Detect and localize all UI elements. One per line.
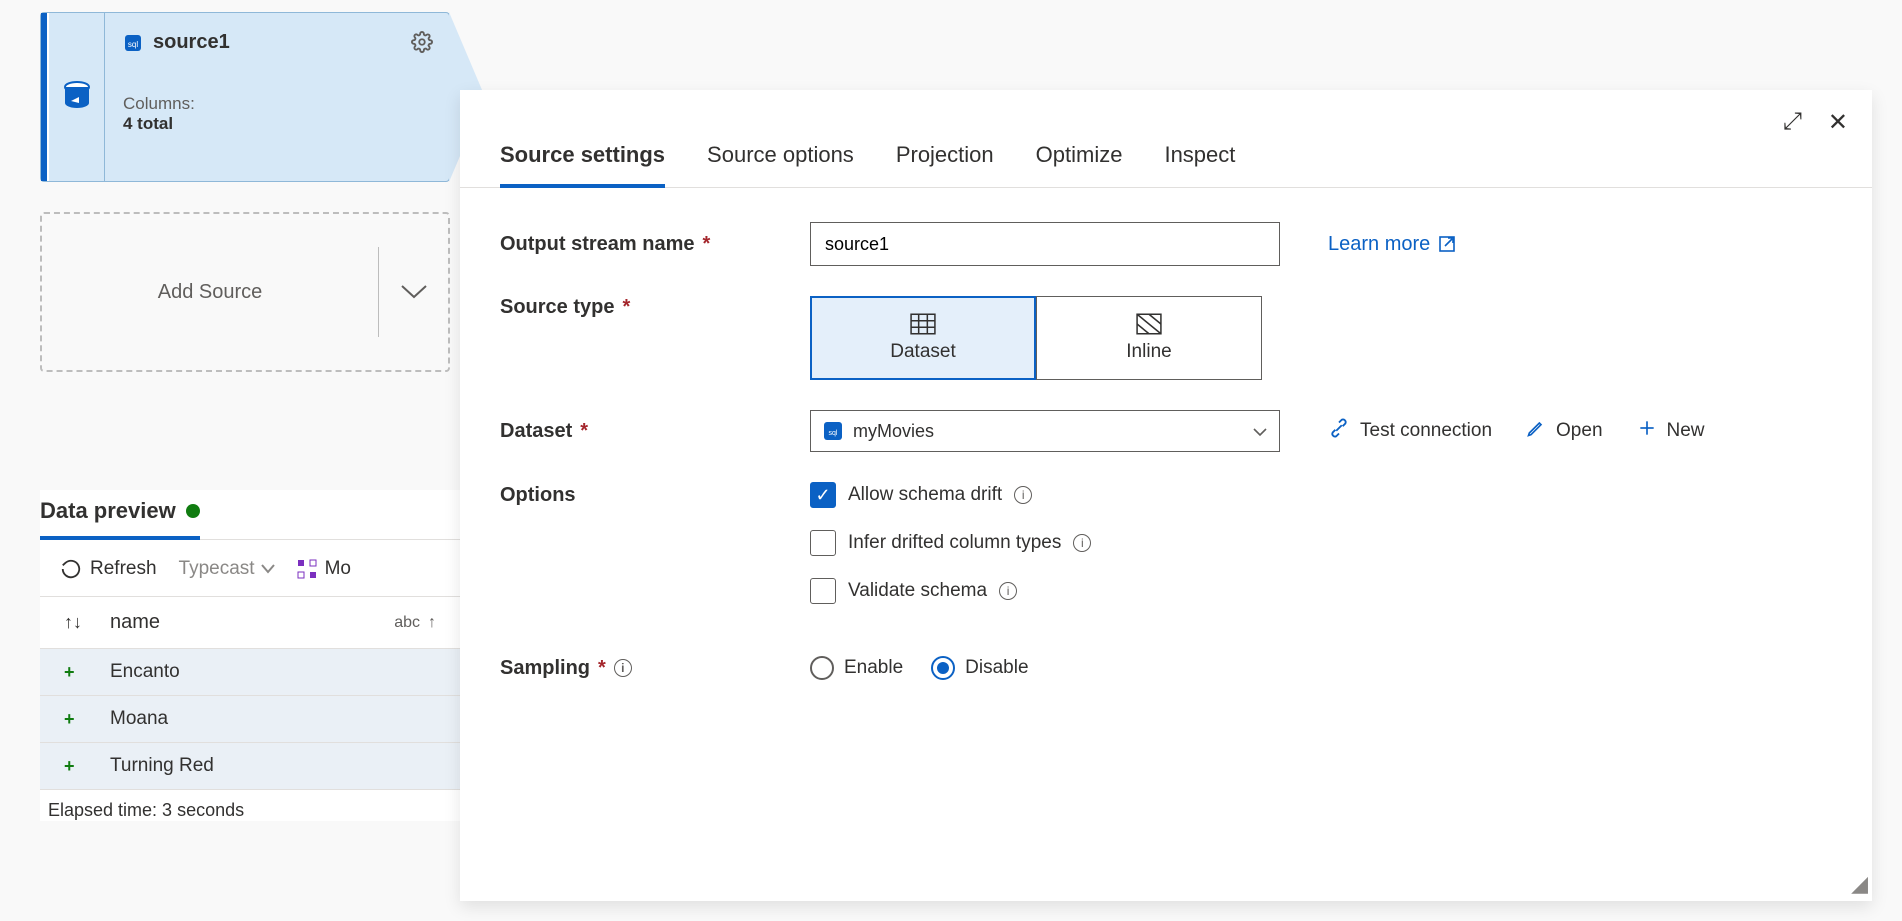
node-type-icon-column: [49, 13, 105, 181]
sampling-label: Sampling: [500, 657, 590, 680]
panel-tabs: Source settings Source options Projection O…: [460, 90, 1872, 188]
plus-icon: [1637, 418, 1657, 444]
output-stream-input[interactable]: [810, 222, 1280, 266]
column-name-header[interactable]: name: [110, 611, 160, 634]
test-connection-label: Test connection: [1360, 420, 1492, 442]
status-dot-icon: [186, 504, 200, 518]
sort-up-icon[interactable]: ↑: [428, 614, 436, 632]
elapsed-time: Elapsed time: 3 seconds: [40, 790, 460, 821]
info-icon[interactable]: i: [1073, 534, 1091, 552]
info-icon[interactable]: i: [999, 582, 1017, 600]
modify-button[interactable]: Mo: [297, 558, 351, 580]
validate-schema-checkbox[interactable]: [810, 578, 836, 604]
source-type-label: Source type: [500, 296, 614, 319]
sql-icon: sql: [123, 33, 143, 53]
cell-name: Turning Red: [110, 755, 214, 777]
table-row[interactable]: + Encanto: [40, 649, 460, 696]
test-connection-icon: [1328, 417, 1350, 445]
add-row-icon[interactable]: +: [64, 662, 82, 683]
sort-icon[interactable]: ↑↓: [64, 612, 82, 633]
options-label: Options: [500, 484, 576, 507]
tab-source-settings[interactable]: Source settings: [500, 142, 665, 188]
tab-optimize[interactable]: Optimize: [1036, 142, 1123, 187]
dataset-value: myMovies: [853, 421, 934, 442]
dataset-label-text: Dataset: [500, 420, 572, 443]
preview-tab-label: Data preview: [40, 498, 176, 524]
new-button[interactable]: New: [1637, 418, 1705, 444]
validate-schema-label: Validate schema: [848, 580, 987, 602]
sampling-enable-label: Enable: [844, 657, 903, 679]
external-link-icon: [1438, 235, 1456, 253]
cell-name: Moana: [110, 708, 168, 730]
info-icon[interactable]: i: [1014, 486, 1032, 504]
data-preview-section: Data preview Refresh Typecast Mo ↑↓ name…: [40, 490, 460, 821]
dataset-label: Dataset: [890, 341, 955, 363]
type-label: abc: [394, 614, 420, 632]
typecast-button[interactable]: Typecast: [179, 558, 275, 580]
pencil-icon: [1526, 418, 1546, 444]
add-row-icon[interactable]: +: [64, 756, 82, 777]
add-source-label: Add Source: [42, 281, 378, 304]
info-icon[interactable]: i: [614, 659, 632, 677]
dataset-icon: [910, 313, 936, 335]
columns-value: 4 total: [123, 114, 431, 134]
test-connection-button[interactable]: Test connection: [1328, 417, 1492, 445]
sql-icon: sql: [823, 421, 843, 441]
table-row[interactable]: + Turning Red: [40, 743, 460, 790]
allow-schema-drift-label: Allow schema drift: [848, 484, 1002, 506]
source-type-inline[interactable]: Inline: [1036, 296, 1262, 380]
node-accent-bar: [41, 13, 49, 181]
svg-text:sql: sql: [128, 40, 138, 49]
add-row-icon[interactable]: +: [64, 709, 82, 730]
table-header: ↑↓ name abc ↑: [40, 596, 460, 649]
tab-projection[interactable]: Projection: [896, 142, 994, 187]
columns-label: Columns:: [123, 94, 195, 113]
tab-source-options[interactable]: Source options: [707, 142, 854, 187]
infer-drifted-label: Infer drifted column types: [848, 532, 1061, 554]
chevron-down-icon: [261, 564, 275, 574]
svg-text:sql: sql: [829, 430, 838, 437]
source-settings-panel: ⤢ ✕ Source settings Source options Project…: [460, 90, 1872, 901]
table-row[interactable]: + Moana: [40, 696, 460, 743]
open-button[interactable]: Open: [1526, 418, 1602, 444]
refresh-label: Refresh: [90, 558, 157, 580]
sampling-disable-radio[interactable]: Disable: [931, 656, 1028, 680]
expand-icon[interactable]: ⤢: [1783, 108, 1802, 137]
required-star: *: [702, 233, 710, 256]
mo-label: Mo: [325, 558, 351, 580]
learn-more-label: Learn more: [1328, 233, 1430, 256]
map-columns-icon: [297, 559, 317, 579]
node-title: source1: [153, 31, 230, 54]
output-stream-label: Output stream name: [500, 233, 694, 256]
new-label: New: [1667, 420, 1705, 442]
refresh-icon: [60, 558, 82, 580]
typecast-label: Typecast: [179, 558, 255, 580]
close-icon[interactable]: ✕: [1828, 108, 1848, 137]
allow-schema-drift-checkbox[interactable]: [810, 482, 836, 508]
sampling-enable-radio[interactable]: Enable: [810, 656, 903, 680]
dataset-select[interactable]: sql myMovies: [810, 410, 1280, 452]
gear-icon[interactable]: [411, 31, 433, 58]
sampling-disable-label: Disable: [965, 657, 1028, 679]
open-label: Open: [1556, 420, 1602, 442]
chevron-down-icon[interactable]: [378, 247, 448, 337]
refresh-button[interactable]: Refresh: [60, 558, 157, 580]
add-source-card[interactable]: Add Source: [40, 212, 450, 372]
inline-icon: [1136, 313, 1162, 335]
database-icon: [61, 79, 93, 115]
required-star: *: [580, 420, 588, 443]
tab-inspect[interactable]: Inspect: [1164, 142, 1235, 187]
cell-name: Encanto: [110, 661, 180, 683]
learn-more-link[interactable]: Learn more: [1328, 233, 1456, 256]
tab-data-preview[interactable]: Data preview: [40, 490, 200, 540]
required-star: *: [598, 657, 606, 680]
infer-drifted-checkbox[interactable]: [810, 530, 836, 556]
chevron-down-icon: [1253, 421, 1267, 442]
inline-label: Inline: [1126, 341, 1171, 363]
source-type-dataset[interactable]: Dataset: [810, 296, 1036, 380]
resize-handle-icon[interactable]: ◢: [1851, 871, 1868, 897]
source-node-card[interactable]: sql source1 Columns: 4 total +: [40, 12, 450, 182]
required-star: *: [622, 296, 630, 319]
